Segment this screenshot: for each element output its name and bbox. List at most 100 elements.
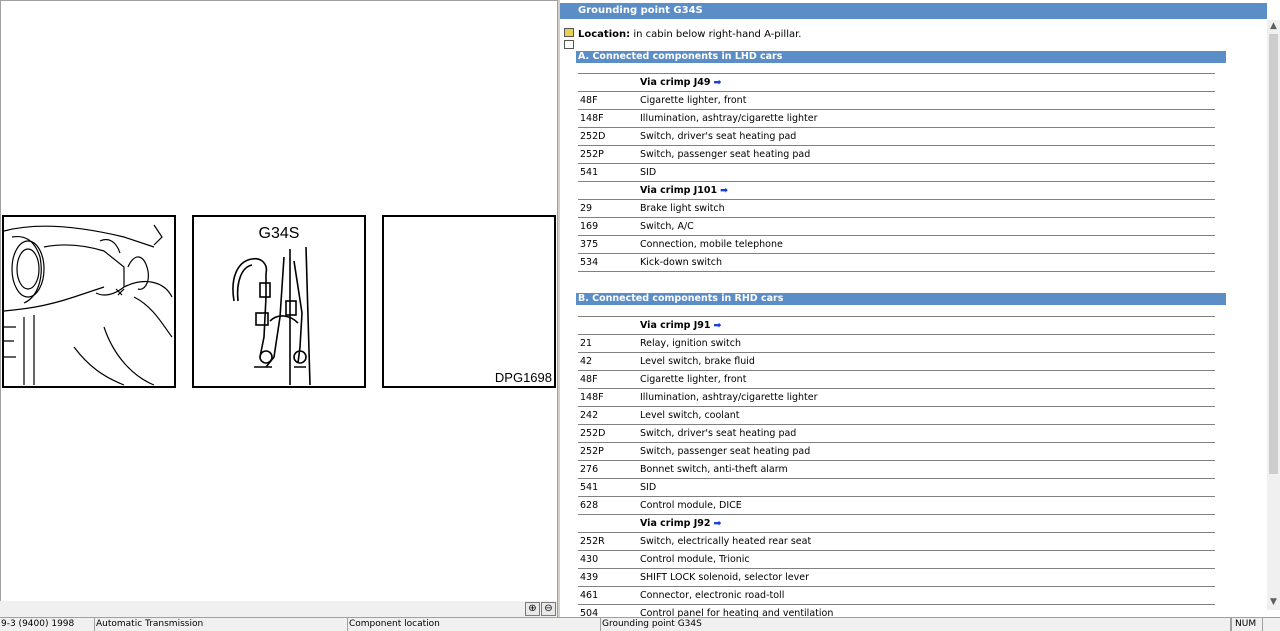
description-text: Switch, driver's seat heating pad <box>640 131 797 142</box>
description-text: SHIFT LOCK solenoid, selector lever <box>640 572 810 583</box>
component-code: 430 <box>578 550 638 569</box>
table-row: 242 Level switch, coolant <box>578 406 1215 425</box>
description-text: SID <box>640 167 657 178</box>
illustration-toolbar <box>0 601 557 617</box>
table-row: 42 Level switch, brake fluid <box>578 352 1215 371</box>
crimp-label: Via crimp J92 <box>640 518 711 529</box>
component-description: Illumination, ashtray/cigarette lighter <box>638 388 1215 407</box>
component-code: 375 <box>578 235 638 254</box>
description-text: Switch, passenger seat heating pad <box>640 149 811 160</box>
table-row: 252P Switch, passenger seat heating pad <box>578 442 1215 461</box>
component-description: Switch, A/C <box>638 217 1215 236</box>
component-description: Cigarette lighter, front <box>638 370 1215 389</box>
table-row: 48F Cigarette lighter, front <box>578 91 1215 110</box>
component-description: Brake light switch <box>638 199 1215 218</box>
table-row: 430 Control module, Trionic <box>578 550 1215 569</box>
description-text: Switch, electrically heated rear seat <box>640 536 812 547</box>
right-arrow-icon[interactable]: ➡ <box>714 320 722 331</box>
component-description: Switch, driver's seat heating pad <box>638 424 1215 443</box>
component-description: SHIFT LOCK solenoid, selector lever <box>638 568 1215 587</box>
component-code: 42 <box>578 352 638 371</box>
component-description: Connector, electronic road-toll <box>638 586 1215 605</box>
zoom-in-icon[interactable]: ⊕ <box>525 602 540 616</box>
component-code <box>578 316 638 335</box>
page-title: Grounding point G34S <box>560 3 1267 19</box>
description-text: SID <box>640 482 657 493</box>
component-code: 252P <box>578 442 638 461</box>
status-system: Automatic Transmission <box>95 618 348 631</box>
component-description: Control panel for heating and ventilatio… <box>638 604 1215 617</box>
component-code: 48F <box>578 370 638 389</box>
component-description: Cigarette lighter, front <box>638 91 1215 110</box>
description-text: Illumination, ashtray/cigarette lighter <box>640 392 818 403</box>
component-code: 21 <box>578 334 638 353</box>
component-description: Kick-down switch <box>638 253 1215 272</box>
vertical-scrollbar[interactable]: ▲ ▼ <box>1267 20 1280 610</box>
zoom-out-icon[interactable]: ⊖ <box>541 602 556 616</box>
component-description: Relay, ignition switch <box>638 334 1215 353</box>
section-a-table: Via crimp J49 ➡ 48F Cigarette lighter, fron… <box>578 73 1215 272</box>
section-a-header: A. Connected components in LHD cars <box>576 51 1226 63</box>
component-code: 534 <box>578 253 638 272</box>
component-code: 252D <box>578 127 638 146</box>
component-code: 439 <box>578 568 638 587</box>
crimp-cell[interactable]: Via crimp J49 ➡ <box>638 73 1215 92</box>
component-description: Switch, driver's seat heating pad <box>638 127 1215 146</box>
right-arrow-icon[interactable]: ➡ <box>714 518 722 529</box>
crimp-cell[interactable]: Via crimp J92 ➡ <box>638 514 1215 533</box>
component-description: Level switch, brake fluid <box>638 352 1215 371</box>
description-text: Kick-down switch <box>640 257 723 268</box>
component-description: Switch, electrically heated rear seat <box>638 532 1215 551</box>
component-description: Control module, DICE <box>638 496 1215 515</box>
status-item: Grounding point G34S <box>601 618 1231 631</box>
crimp-cell[interactable]: Via crimp J101 ➡ <box>638 181 1215 200</box>
component-code: 242 <box>578 406 638 425</box>
description-text: Switch, A/C <box>640 221 694 232</box>
scrollbar-thumb[interactable] <box>1269 34 1278 474</box>
scroll-up-icon[interactable]: ▲ <box>1267 20 1280 33</box>
table-row: 252R Switch, electrically heated rear sea… <box>578 532 1215 551</box>
view-illustration-icon[interactable] <box>564 28 574 37</box>
component-description: Illumination, ashtray/cigarette lighter <box>638 109 1215 128</box>
table-row: 148F Illumination, ashtray/cigarette ligh… <box>578 388 1215 407</box>
component-description: Connection, mobile telephone <box>638 235 1215 254</box>
description-text: Connector, electronic road-toll <box>640 590 785 601</box>
component-code: 541 <box>578 163 638 182</box>
location-label: Location: <box>578 29 631 40</box>
component-code: 628 <box>578 496 638 515</box>
status-category: Component location <box>348 618 601 631</box>
crimp-label: Via crimp J101 <box>640 185 718 196</box>
component-description: Bonnet switch, anti-theft alarm <box>638 460 1215 479</box>
component-code: 541 <box>578 478 638 497</box>
component-code: 48F <box>578 91 638 110</box>
crimp-row: Via crimp J91 ➡ <box>578 316 1215 335</box>
component-code: 276 <box>578 460 638 479</box>
table-row: 252D Switch, driver's seat heating pad <box>578 127 1215 146</box>
illustration-pane: G34S DPG1698 <box>0 0 557 601</box>
table-row: 252P Switch, passenger seat heating pad <box>578 145 1215 164</box>
status-model: 9-3 (9400) 1998 <box>0 618 95 631</box>
component-code: 148F <box>578 388 638 407</box>
table-row: 375 Connection, mobile telephone <box>578 235 1215 254</box>
table-row: 29 Brake light switch <box>578 199 1215 218</box>
table-row: 276 Bonnet switch, anti-theft alarm <box>578 460 1215 479</box>
description-text: Connection, mobile telephone <box>640 239 783 250</box>
section-b-table: Via crimp J91 ➡ 21 Relay, ignition switch 42… <box>578 316 1215 617</box>
description-text: Control panel for heating and ventilatio… <box>640 608 834 617</box>
table-row: 534 Kick-down switch <box>578 253 1215 272</box>
print-icon[interactable] <box>564 40 574 49</box>
table-row: 148F Illumination, ashtray/cigarette ligh… <box>578 109 1215 128</box>
crimp-label: Via crimp J49 <box>640 77 711 88</box>
crimp-cell[interactable]: Via crimp J91 ➡ <box>638 316 1215 335</box>
figure-id: DPG1698 <box>494 370 552 385</box>
grounding-point-drawing <box>232 246 311 386</box>
right-arrow-icon[interactable]: ➡ <box>720 185 728 196</box>
scroll-down-icon[interactable]: ▼ <box>1267 596 1280 609</box>
location-icon[interactable] <box>564 28 575 50</box>
grounding-point-illustration: G34S <box>192 215 366 388</box>
table-row: 169 Switch, A/C <box>578 217 1215 236</box>
right-arrow-icon[interactable]: ➡ <box>714 77 722 88</box>
table-row: 439 SHIFT LOCK solenoid, selector lever <box>578 568 1215 587</box>
table-row: 48F Cigarette lighter, front <box>578 370 1215 389</box>
table-row: 628 Control module, DICE <box>578 496 1215 515</box>
